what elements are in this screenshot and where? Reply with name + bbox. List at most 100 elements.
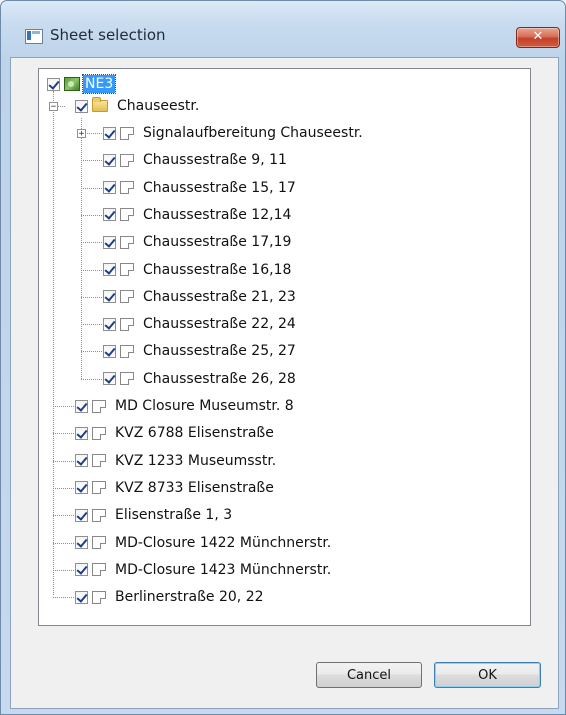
checkbox[interactable] (103, 344, 116, 358)
sheet-page-icon (120, 344, 134, 358)
ok-button[interactable]: OK (434, 662, 541, 688)
tree-item-folder[interactable]: Chauseestr. (75, 93, 199, 119)
tree-line (53, 597, 74, 599)
tree-line (81, 118, 82, 379)
checkbox[interactable] (47, 77, 60, 91)
checkbox[interactable] (103, 290, 116, 304)
tree-line (53, 433, 74, 435)
checkbox[interactable] (75, 454, 88, 468)
tree-item-label: KVZ 6788 Elisenstraße (115, 425, 274, 442)
sheet-page-icon (120, 235, 134, 249)
checkbox[interactable] (103, 153, 116, 167)
tree-item-label: MD-Closure 1422 Münchnerstr. (115, 534, 332, 551)
sheet-page-icon (120, 153, 134, 167)
checkbox[interactable] (103, 317, 116, 331)
tree-item-sheet[interactable]: Chaussestraße 26, 28 (103, 366, 296, 392)
sheet-page-icon (120, 290, 134, 304)
tree-item-sheet[interactable]: Chaussestraße 17,19 (103, 229, 291, 255)
sheet-page-icon (92, 508, 106, 522)
tree-item-sheet[interactable]: Elisenstraße 1, 3 (75, 502, 232, 528)
tree-item-sheet[interactable]: MD Closure Museumstr. 8 (75, 393, 294, 419)
tree-line (53, 542, 74, 544)
checkbox[interactable] (103, 126, 116, 140)
tree-item-label: NE3 (81, 74, 117, 94)
network-root-icon (64, 77, 80, 91)
dialog-client-area: NE3 − Chauseestr. + Signalaufbereitung Ch… (10, 57, 559, 709)
cancel-button[interactable]: Cancel (316, 662, 422, 688)
tree-line (53, 406, 74, 407)
checkbox[interactable] (75, 399, 88, 413)
tree-line (81, 269, 102, 271)
tree-item-sheet[interactable]: KVZ 6788 Elisenstraße (75, 420, 274, 446)
tree-item-label: Chaussestraße 17,19 (143, 234, 292, 251)
tree-item-label: Chaussestraße 21, 23 (143, 288, 296, 305)
sheet-page-icon (92, 481, 106, 495)
close-button[interactable]: ✕ (516, 27, 560, 48)
tree-item-sheet[interactable]: Chaussestraße 15, 17 (103, 175, 296, 201)
sheet-selection-dialog: Sheet selection ✕ NE3 − Chauseestr. + Sig (0, 0, 566, 715)
folder-icon (92, 97, 108, 112)
tree-item-label: Chaussestraße 25, 27 (143, 343, 296, 360)
checkbox[interactable] (103, 263, 116, 276)
tree-line (81, 296, 102, 298)
tree-line (81, 187, 102, 189)
sheet-page-icon (120, 263, 134, 276)
tree-item-label: Chaussestraße 9, 11 (143, 152, 287, 169)
tree-item-sheet[interactable]: Chaussestraße 21, 23 (103, 284, 296, 310)
checkbox[interactable] (103, 181, 116, 195)
checkbox[interactable] (75, 99, 88, 113)
tree-line (53, 569, 74, 571)
tree-item-label: Chaussestraße 12,14 (143, 206, 292, 223)
checkbox[interactable] (103, 235, 116, 249)
tree-item-sheet[interactable]: Chaussestraße 22, 24 (103, 311, 296, 337)
tree-line (81, 378, 102, 380)
tree-item-sheet[interactable]: Chaussestraße 12,14 (103, 202, 291, 228)
sheet-page-icon (92, 590, 106, 604)
checkbox[interactable] (75, 426, 88, 440)
app-window-icon (25, 29, 43, 44)
tree-item-label: MD-Closure 1423 Münchnerstr. (115, 561, 332, 578)
tree-line (81, 214, 102, 216)
tree-line (53, 91, 54, 595)
sheet-page-icon (120, 208, 134, 222)
tree-item-label: KVZ 1233 Museumsstr. (115, 452, 277, 469)
checkbox[interactable] (75, 481, 88, 495)
tree-item-sheet[interactable]: Chaussestraße 25, 27 (103, 338, 296, 364)
tree-item-label: KVZ 8733 Elisenstraße (115, 479, 274, 496)
sheet-tree-view[interactable]: NE3 − Chauseestr. + Signalaufbereitung Ch… (38, 68, 531, 626)
sheet-page-icon (92, 563, 106, 577)
checkbox[interactable] (75, 536, 88, 549)
sheet-page-icon (120, 317, 134, 331)
tree-item-label: MD Closure Museumstr. 8 (115, 398, 294, 414)
tree-line (53, 460, 74, 462)
tree-item-sheet[interactable]: MD-Closure 1422 Münchnerstr. (75, 530, 331, 556)
checkbox[interactable] (103, 208, 116, 222)
checkbox[interactable] (103, 372, 116, 386)
tree-line (53, 515, 74, 517)
tree-item-sheet[interactable]: MD-Closure 1423 Münchnerstr. (75, 557, 331, 583)
tree-line (81, 324, 102, 326)
sheet-page-icon (120, 372, 134, 386)
checkbox[interactable] (75, 563, 88, 577)
sheet-page-icon (92, 399, 106, 413)
checkbox[interactable] (75, 590, 88, 604)
tree-item-label: Berlinerstraße 20, 22 (115, 589, 264, 606)
tree-item-sheet[interactable]: Chaussestraße 9, 11 (103, 147, 287, 173)
tree-item-sheet[interactable]: KVZ 8733 Elisenstraße (75, 475, 274, 501)
tree-item-label: Chaussestraße 15, 17 (143, 179, 296, 196)
tree-line (81, 351, 102, 353)
checkbox[interactable] (75, 508, 88, 522)
tree-item-label: Chauseestr. (117, 98, 200, 114)
tree-item-sheet[interactable]: Berlinerstraße 20, 22 (75, 584, 264, 610)
tree-item-sheet[interactable]: Chaussestraße 16,18 (103, 257, 291, 283)
expand-icon[interactable]: + (77, 129, 86, 139)
tree-line (81, 160, 102, 162)
tree-item-label: Chaussestraße 26, 28 (143, 370, 296, 387)
tree-item-sheet[interactable]: Signalaufbereitung Chauseestr. (103, 120, 363, 146)
tree-item-label: Chaussestraße 22, 24 (143, 316, 296, 333)
tree-item-label: Chaussestraße 16,18 (143, 261, 292, 278)
tree-item-sheet[interactable]: KVZ 1233 Museumsstr. (75, 448, 276, 474)
tree-item-label: Signalaufbereitung Chauseestr. (143, 125, 363, 141)
dialog-title: Sheet selection (50, 26, 166, 44)
collapse-icon[interactable]: − (49, 102, 58, 112)
